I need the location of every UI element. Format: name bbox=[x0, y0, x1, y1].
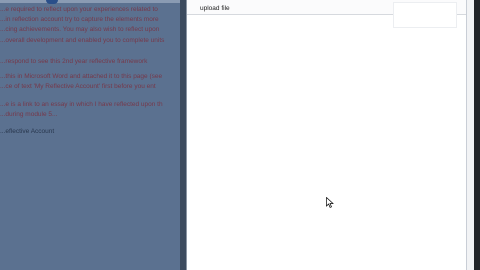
background-top-strip bbox=[0, 0, 190, 3]
background-text-line: ...in reflection account try to capture … bbox=[0, 16, 159, 23]
background-text-line: ...e is a link to an essay in which I ha… bbox=[0, 101, 163, 108]
background-text-line: ...e required to reflect upon your exper… bbox=[0, 6, 158, 13]
mouse-pointer-icon bbox=[326, 197, 334, 208]
background-text-line[interactable]: ...eflective Account bbox=[0, 128, 54, 136]
window-edge bbox=[474, 0, 480, 270]
background-text-line: ...overall development and enabled you t… bbox=[0, 37, 165, 44]
background-logo bbox=[46, 0, 58, 4]
background-text-line: ...during module 5... bbox=[0, 111, 58, 118]
background-text-line: ...this in Microsoft Word and attached i… bbox=[0, 73, 163, 80]
dialog-header-box bbox=[393, 2, 457, 28]
upload-file-dialog[interactable]: upload file bbox=[186, 0, 476, 270]
dialog-title: upload file bbox=[200, 5, 230, 12]
background-text-line: ...respond to see this 2nd year reflecti… bbox=[0, 58, 148, 65]
background-page: ...e required to reflect upon your exper… bbox=[0, 0, 190, 270]
background-text-line: ...ce of text 'My Reflective Account' fi… bbox=[0, 83, 156, 90]
background-text-line: ...cing achievements. You may also wish … bbox=[0, 26, 160, 33]
